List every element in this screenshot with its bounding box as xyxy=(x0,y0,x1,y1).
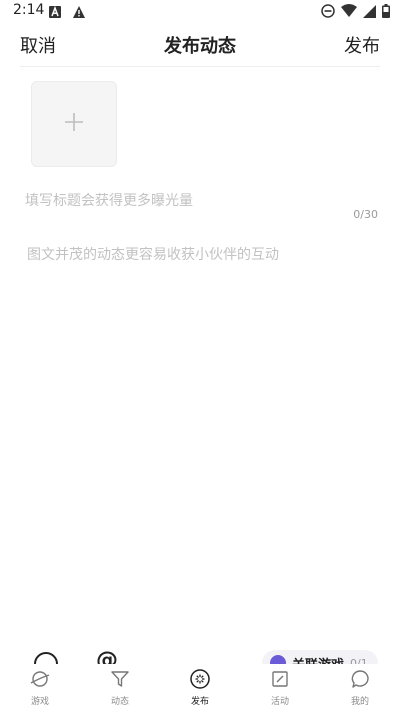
edit-icon xyxy=(269,668,291,690)
nav-item-profile[interactable]: 我的 xyxy=(320,664,400,711)
page-title: 发布动态 xyxy=(164,36,236,57)
signal-icon xyxy=(363,3,376,22)
nav-label-games: 游戏 xyxy=(30,697,49,707)
nav-label-profile: 我的 xyxy=(350,697,369,707)
a-notification-icon xyxy=(48,4,62,23)
bottom-nav: 游戏 动态 发布 活动 我的 xyxy=(0,664,400,711)
chat-bubble-icon xyxy=(349,668,371,690)
title-char-counter: 0/30 xyxy=(353,208,378,221)
title-input[interactable] xyxy=(25,190,365,212)
warning-icon xyxy=(72,4,86,23)
nav-label-feed: 动态 xyxy=(110,697,129,707)
add-image-button[interactable] xyxy=(31,81,117,167)
publish-button[interactable]: 发布 xyxy=(344,32,380,58)
content-input[interactable] xyxy=(27,244,377,624)
nav-label-activities: 活动 xyxy=(270,697,289,707)
wifi-icon xyxy=(341,3,357,22)
planet-icon xyxy=(29,668,51,690)
publish-icon xyxy=(189,668,211,690)
do-not-disturb-icon xyxy=(321,3,335,22)
nav-item-activities[interactable]: 活动 xyxy=(240,664,320,711)
status-bar: 2:14 xyxy=(0,0,400,24)
nav-item-feed[interactable]: 动态 xyxy=(80,664,160,711)
battery-icon xyxy=(382,3,390,22)
header-divider xyxy=(20,66,380,67)
status-time: 2:14 xyxy=(13,2,45,18)
nav-label-publish: 发布 xyxy=(190,697,209,707)
plus-icon xyxy=(64,112,84,136)
nav-item-games[interactable]: 游戏 xyxy=(0,664,80,711)
publish-post-screen: 2:14 取消 发布动态 发布 填写标题会获得更多曝光量 0/30 图文并茂的动… xyxy=(0,0,400,711)
header: 取消 发布动态 发布 xyxy=(0,24,400,66)
filter-icon xyxy=(109,668,131,690)
nav-item-publish[interactable]: 发布 xyxy=(160,664,240,711)
